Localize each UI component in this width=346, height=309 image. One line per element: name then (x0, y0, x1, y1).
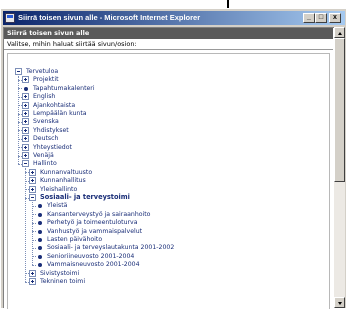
page-content: Siirrä toisen sivun alle Valitse, mihin … (3, 27, 334, 309)
bullet-icon (38, 246, 42, 251)
scroll-thumb[interactable] (334, 38, 345, 182)
bullet-icon (38, 221, 42, 226)
expand-icon[interactable] (22, 118, 29, 126)
page-tree-panel: Tervetuloa Projektit Tapahtumakalenteri Eng… (7, 53, 330, 309)
bullet-icon (38, 254, 42, 259)
maximize-button[interactable]: □ (315, 13, 327, 23)
title-bar[interactable]: Siirrä toisen sivun alle - Microsoft Int… (3, 11, 345, 25)
expand-icon[interactable] (29, 185, 36, 193)
arrow-up-icon (338, 32, 342, 35)
arrow-down-icon (338, 302, 342, 305)
expand-icon[interactable] (22, 101, 29, 109)
expand-icon[interactable] (22, 152, 29, 159)
tree-guide-line (18, 76, 19, 165)
ie-window-icon (5, 13, 15, 23)
close-button[interactable]: x (329, 13, 341, 23)
bullet-icon (24, 86, 28, 91)
expand-icon[interactable] (22, 93, 29, 101)
expand-icon[interactable] (29, 278, 36, 285)
expand-icon[interactable] (22, 76, 29, 84)
bullet-icon (38, 263, 42, 268)
expand-icon[interactable] (29, 177, 36, 185)
scroll-up-button[interactable] (334, 27, 345, 38)
expand-icon[interactable] (22, 143, 29, 151)
expand-icon[interactable] (22, 126, 29, 134)
tree-guide-line (25, 168, 26, 282)
tree-guide-line (32, 202, 33, 266)
expand-icon[interactable] (29, 168, 36, 176)
bullet-icon (38, 204, 42, 209)
bullet-icon (38, 212, 42, 217)
scroll-down-button[interactable] (334, 297, 345, 308)
collapse-icon[interactable] (29, 194, 36, 201)
expand-icon[interactable] (22, 110, 29, 117)
bullet-icon (38, 238, 42, 242)
collapse-icon[interactable] (15, 68, 22, 75)
expand-icon[interactable] (29, 269, 36, 277)
vertical-scrollbar[interactable] (334, 27, 345, 308)
dialog-instruction: Valitse, mihin haluat siirtää sivun/osio… (4, 39, 333, 50)
bullet-icon (38, 229, 42, 234)
expand-icon[interactable] (22, 135, 29, 143)
collapse-icon[interactable] (22, 160, 29, 168)
ie-window: Siirrä toisen sivun alle - Microsoft Int… (0, 8, 346, 309)
minimize-button[interactable]: _ (303, 13, 315, 23)
window-title: Siirrä toisen sivun alle - Microsoft Int… (18, 13, 201, 22)
dialog-header: Siirrä toisen sivun alle (4, 28, 333, 39)
tree-item-label[interactable]: Tekninen toimi (40, 277, 85, 286)
